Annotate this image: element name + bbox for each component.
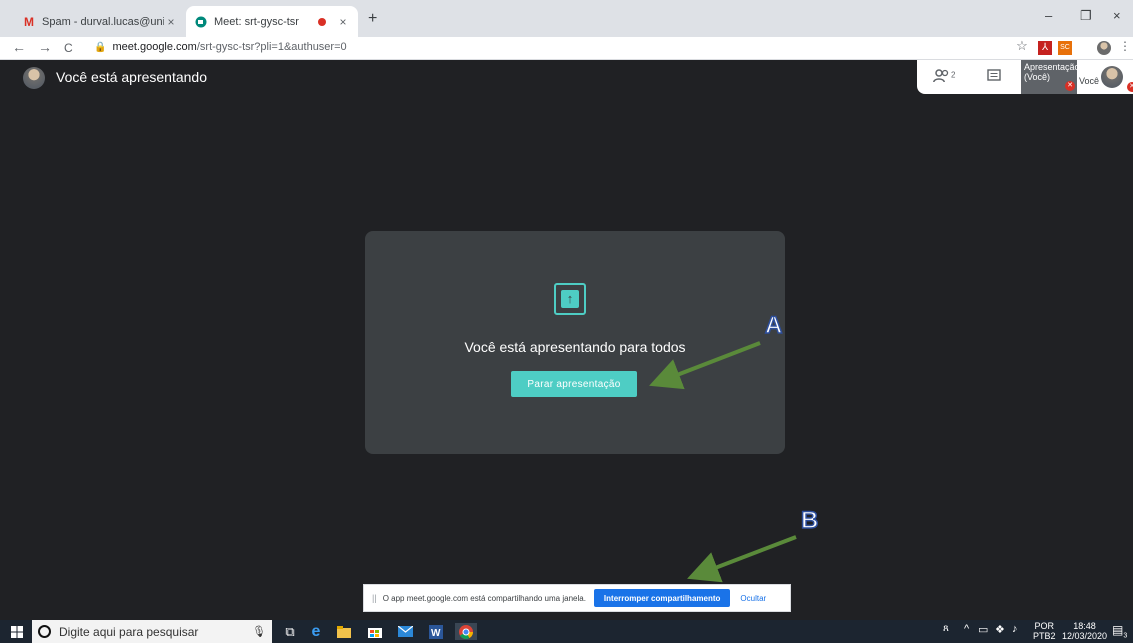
people-tray-icon[interactable]: ጸ (943, 623, 949, 634)
keyboard-layout: PTB2 (1033, 631, 1056, 641)
notification-count: 3 (1123, 632, 1128, 640)
back-button[interactable]: ← (12, 39, 26, 55)
windows-taskbar: Digite aqui para pesquisar 🎙 ⧉ e W ጸ ^ ▭… (0, 620, 1133, 643)
address-bar: ← → C 🔒 meet.google.com/srt-gysc-tsr?pli=… (0, 37, 1133, 60)
clock-date: 12/03/2020 (1062, 631, 1108, 641)
annotation-overlay (649, 341, 797, 583)
close-window-button[interactable]: × (1113, 8, 1121, 23)
profile-avatar[interactable] (1097, 41, 1111, 55)
word-icon[interactable]: W (428, 623, 444, 640)
input-language-indicator[interactable]: POR PTB2 (1033, 621, 1056, 641)
minimize-button[interactable]: – (1045, 8, 1052, 23)
annotation-label-a: A (764, 311, 783, 340)
store-icon[interactable] (367, 623, 383, 640)
file-explorer-icon[interactable] (336, 623, 352, 640)
tab-title: Spam - durval.lucas@unifesp.br - (42, 15, 164, 28)
url-host: meet.google.com (112, 41, 197, 53)
pdf-extension-icon[interactable]: ⅄ (1038, 41, 1052, 55)
sc-extension-icon[interactable]: SC (1058, 41, 1072, 55)
new-tab-button[interactable]: + (368, 10, 377, 28)
search-placeholder: Digite aqui para pesquisar (59, 624, 199, 639)
browser-menu-icon[interactable]: ⋮ (1118, 39, 1132, 53)
clock-time: 18:48 (1073, 621, 1096, 631)
network-icon[interactable]: ▭ (978, 623, 988, 636)
recording-indicator-icon (318, 17, 326, 26)
gmail-icon: M (24, 14, 34, 29)
reload-button[interactable]: C (64, 41, 73, 55)
bookmark-star-icon[interactable]: ☆ (1015, 39, 1029, 53)
windows-start-button[interactable] (10, 623, 24, 640)
share-message: O app meet.google.com está compartilhand… (382, 593, 586, 603)
edge-browser-icon[interactable]: e (307, 623, 325, 640)
mail-icon[interactable] (397, 623, 413, 640)
windows-logo-icon (11, 625, 23, 638)
tab-title: Meet: srt-gysc-tsr (214, 15, 299, 28)
microphone-icon[interactable]: 🎙 (252, 625, 266, 638)
chrome-icon[interactable] (455, 623, 477, 640)
cortana-icon (38, 625, 51, 638)
show-hidden-icons-icon[interactable]: ^ (964, 623, 969, 635)
close-icon[interactable]: × (336, 15, 350, 29)
meet-icon (194, 15, 208, 29)
volume-icon[interactable]: ♪ (1012, 623, 1018, 635)
forward-button[interactable]: → (38, 39, 52, 55)
annotation-arrow-b (687, 535, 797, 583)
task-view-icon[interactable]: ⧉ (282, 623, 298, 640)
url-path: /srt-gysc-tsr?pli=1&authuser=0 (196, 41, 347, 53)
hide-link[interactable]: Ocultar (740, 594, 766, 603)
clock[interactable]: 18:48 12/03/2020 (1062, 621, 1107, 641)
screen: M Spam - durval.lucas@unifesp.br - × Mee… (0, 0, 1133, 643)
meet-stage: Você está apresentando 2 Apresentação (V… (0, 60, 1133, 620)
svg-text:W: W (431, 628, 441, 639)
annotation-arrow-a (649, 341, 761, 390)
close-icon[interactable]: × (164, 15, 178, 29)
dropbox-icon[interactable]: ❖ (995, 623, 1005, 636)
browser-tab-strip: M Spam - durval.lucas@unifesp.br - × Mee… (0, 0, 1133, 37)
restore-button[interactable]: ❐ (1080, 8, 1092, 24)
language-code: POR (1034, 621, 1055, 631)
lock-icon: 🔒 (94, 42, 107, 53)
drag-handle-icon[interactable]: || (372, 593, 377, 603)
tab-meet[interactable]: Meet: srt-gysc-tsr × (186, 6, 358, 37)
screen-share-notification: || O app meet.google.com está compartilh… (363, 584, 791, 612)
tab-gmail[interactable]: M Spam - durval.lucas@unifesp.br - × (14, 6, 186, 37)
notifications-icon[interactable]: ▤3 (1112, 623, 1127, 639)
taskbar-search-box[interactable]: Digite aqui para pesquisar 🎙 (32, 620, 272, 643)
url-field[interactable]: 🔒 meet.google.com/srt-gysc-tsr?pli=1&auth… (94, 41, 347, 53)
annotation-label-b: B (800, 506, 819, 535)
stop-sharing-button[interactable]: Interromper compartilhamento (593, 589, 731, 607)
